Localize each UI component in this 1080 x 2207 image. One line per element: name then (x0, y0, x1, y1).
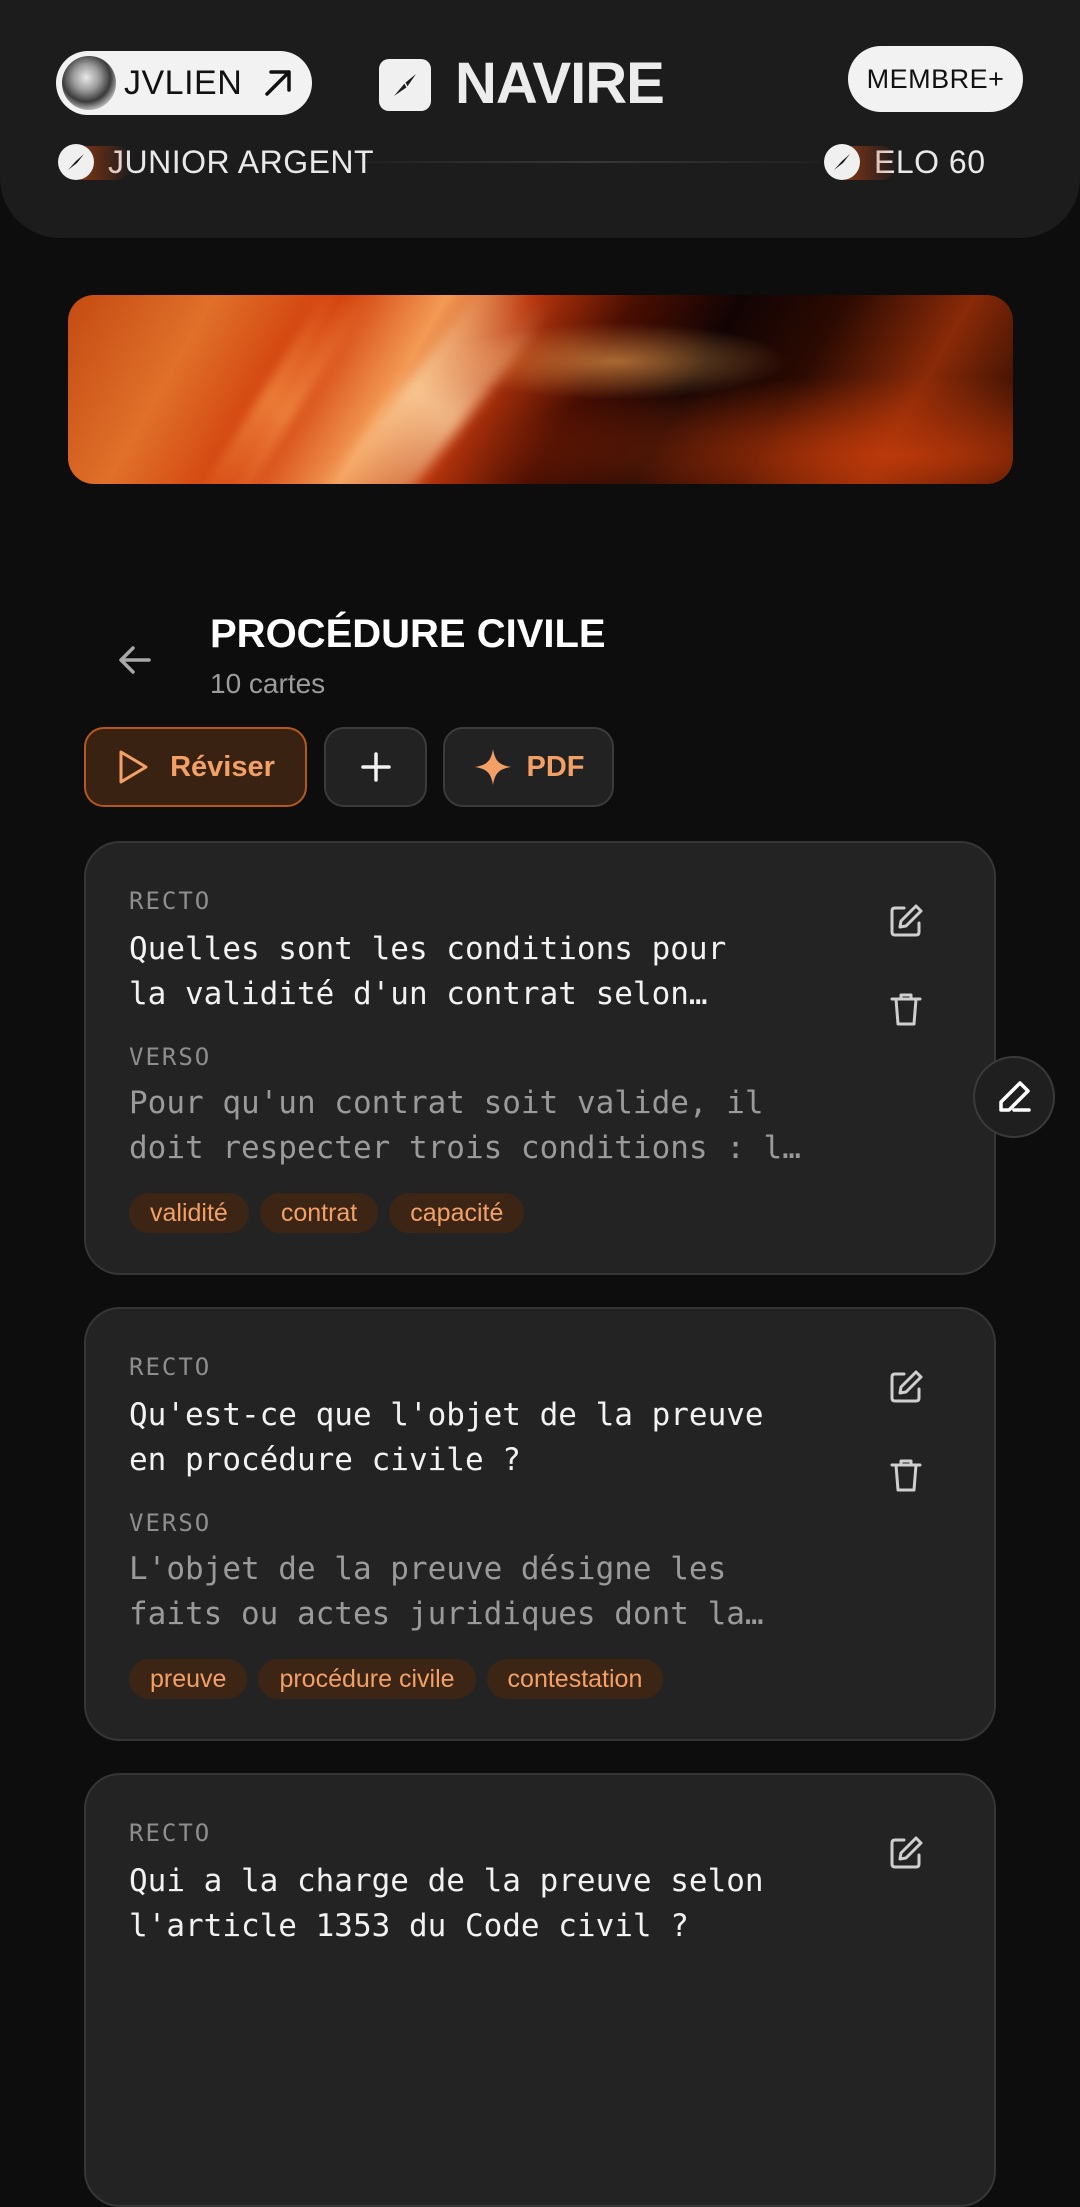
rank-badge: JUNIOR ARGENT (58, 140, 374, 184)
card-back-text: L'objet de la preuve désigne les faits o… (129, 1551, 764, 1632)
trash-icon[interactable] (886, 1455, 926, 1495)
back-button[interactable] (113, 638, 157, 682)
tag[interactable]: contestation (486, 1659, 664, 1699)
tag[interactable]: capacité (389, 1193, 525, 1233)
flashcard[interactable]: RECTO Quelles sont les conditions pour l… (84, 841, 996, 1275)
back-label: VERSO (129, 1043, 212, 1071)
divider (360, 161, 820, 163)
app-title: NAVIRE (455, 51, 665, 116)
add-card-button[interactable] (324, 727, 427, 807)
flashcard[interactable]: RECTO Qu'est-ce que l'objet de la preuve… (84, 1307, 996, 1741)
card-count: 10 cartes (210, 668, 326, 699)
play-icon (119, 750, 148, 784)
pencil-icon (999, 1081, 1031, 1112)
deck-cover-banner (68, 295, 1013, 484)
app-logo (379, 59, 431, 111)
back-label: VERSO (129, 1509, 212, 1537)
tag[interactable]: contrat (259, 1193, 379, 1233)
tag[interactable]: validité (129, 1193, 249, 1233)
front-label: RECTO (129, 1353, 212, 1381)
card-back-text: Pour qu'un contrat soit valide, il doit … (129, 1085, 801, 1166)
arrow-up-right-icon (265, 70, 291, 96)
card-front-text: Qui a la charge de la preuve selon l'art… (129, 1863, 764, 1944)
pdf-import-button[interactable]: PDF (443, 727, 614, 807)
compass-needle-icon (834, 154, 850, 170)
top-header: JVLIEN NAVIRE MEMBRE+ JUNIOR ARGENT ELO … (0, 0, 1080, 238)
front-label: RECTO (129, 1819, 212, 1847)
trash-icon[interactable] (886, 989, 926, 1029)
review-button-label: Réviser (170, 750, 275, 783)
rank-label: JUNIOR ARGENT (108, 143, 375, 180)
card-front-text: Qu'est-ce que l'objet de la preuve en pr… (129, 1397, 764, 1478)
flashcard[interactable]: RECTO Qui a la charge de la preuve selon… (84, 1773, 996, 2207)
tag[interactable]: procédure civile (258, 1659, 476, 1699)
user-name: JVLIEN (124, 63, 243, 102)
sparkle-icon (474, 749, 511, 785)
avatar (62, 56, 116, 110)
membership-button[interactable]: MEMBRE+ (848, 46, 1023, 112)
pdf-button-label: PDF (526, 750, 585, 783)
tag[interactable]: preuve (129, 1659, 248, 1699)
tag-list: validité contrat capacité (129, 1193, 535, 1233)
edit-icon[interactable] (886, 1833, 926, 1873)
compass-needle-icon (394, 74, 416, 96)
review-button[interactable]: Réviser (84, 727, 307, 807)
card-front-text: Quelles sont les conditions pour la vali… (129, 931, 727, 1012)
deck-title: PROCÉDURE CIVILE (210, 612, 606, 656)
edit-icon[interactable] (886, 1367, 926, 1407)
plus-icon (360, 752, 391, 782)
compass-needle-icon (68, 154, 84, 170)
front-label: RECTO (129, 887, 212, 915)
tag-list: preuve procédure civile contestation (129, 1659, 674, 1699)
floating-edit-button[interactable] (973, 1056, 1055, 1138)
user-profile-button[interactable]: JVLIEN (56, 51, 312, 115)
elo-badge: ELO 60 (824, 140, 986, 184)
edit-icon[interactable] (886, 901, 926, 941)
